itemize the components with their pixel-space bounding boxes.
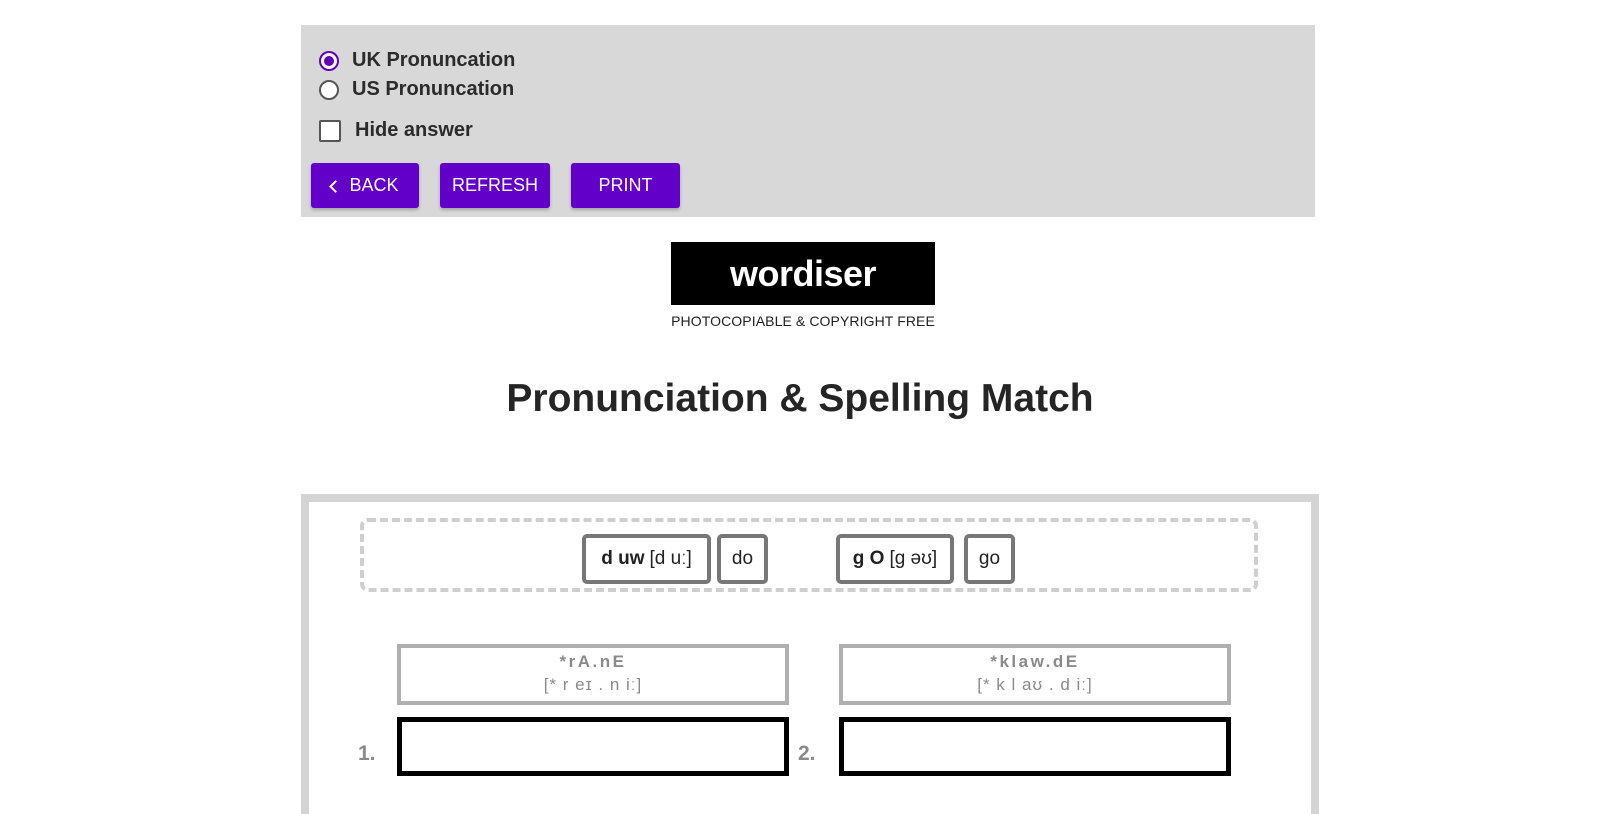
example-spelling-chip: go [964, 534, 1015, 584]
example-pronunciation-chip: d uw [d uː] [582, 534, 711, 584]
radio-uk-label: UK Pronuncation [352, 49, 516, 71]
wordiser-logo: wordiser [671, 242, 935, 305]
print-button[interactable]: PRINT [571, 163, 680, 208]
logo-text: wordiser [729, 252, 877, 294]
example-ipa: [d uː] [649, 548, 692, 569]
example-spelling: do [731, 548, 754, 569]
question-pron: *rA.nE [559, 652, 627, 671]
question-ipa: [* r eɪ . n iː] [543, 675, 643, 694]
example-pronunciation-chip: g O [g əʊ] [836, 534, 954, 584]
worksheet: d uw [d uː] do g O [g əʊ] go *rA.nE [* r… [301, 494, 1319, 814]
radio-button-unchecked[interactable] [319, 79, 339, 100]
example-pron: g O [852, 548, 885, 569]
logo-tagline: PHOTOCOPIABLE & COPYRIGHT FREE [671, 313, 935, 329]
hide-answer-checkbox[interactable] [319, 119, 341, 142]
example-pron: d uw [601, 548, 645, 569]
radio-us-pronunciation[interactable]: US Pronuncation [319, 78, 514, 101]
options-panel: UK Pronuncation US Pronuncation Hide ans… [301, 25, 1315, 217]
question-number: 2. [798, 742, 816, 765]
radio-button-checked[interactable] [319, 50, 339, 71]
page-title: Pronunciation & Spelling Match [506, 377, 1094, 420]
chevron-left-icon [329, 179, 343, 193]
refresh-button-label: REFRESH [451, 175, 538, 195]
radio-us-label: US Pronuncation [352, 78, 515, 100]
hide-answer-option[interactable]: Hide answer [319, 119, 473, 142]
question-number: 1. [358, 742, 376, 765]
example-spelling-chip: do [717, 534, 768, 584]
question-prompt-2: *klaw.dE [* k l aʊ . d iː] [839, 644, 1231, 705]
question-prompt-1: *rA.nE [* r eɪ . n iː] [397, 644, 789, 705]
question-ipa: [* k l aʊ . d iː] [977, 675, 1093, 694]
example-ipa: [g əʊ] [889, 548, 938, 569]
example-spelling: go [978, 548, 1001, 569]
example-box: d uw [d uː] do g O [g əʊ] go [360, 518, 1258, 592]
back-button[interactable]: BACK [311, 163, 419, 208]
question-pron: *klaw.dE [990, 652, 1080, 671]
radio-uk-pronunciation[interactable]: UK Pronuncation [319, 49, 515, 72]
answer-box-2[interactable] [839, 717, 1231, 776]
answer-box-1[interactable] [397, 717, 789, 776]
print-button-label: PRINT [598, 175, 653, 195]
hide-answer-label: Hide answer [355, 119, 473, 141]
refresh-button[interactable]: REFRESH [440, 163, 550, 208]
back-button-label: BACK [349, 175, 399, 195]
